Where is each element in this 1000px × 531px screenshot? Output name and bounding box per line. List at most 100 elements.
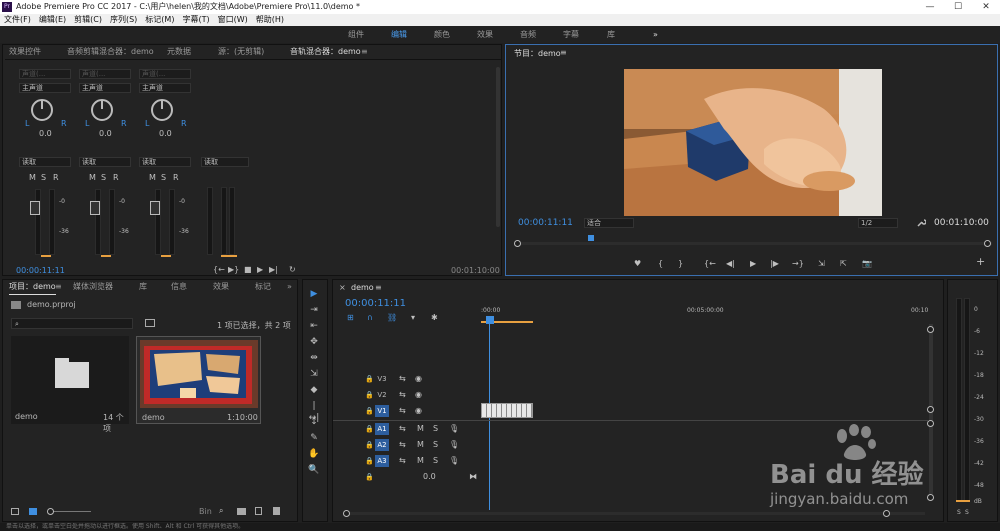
tab-markers[interactable]: 标记 [255, 280, 271, 294]
search-icon[interactable]: ⌕ [219, 506, 223, 516]
zoom-fit-dropdown[interactable]: 适合 [584, 218, 634, 228]
step-back-button[interactable]: ◀| [726, 259, 735, 269]
channel-input-dropdown[interactable]: 声道(... [139, 69, 191, 79]
track-height-tool[interactable]: ↕ [308, 416, 320, 428]
microphone-icon[interactable]: 🎙 [449, 456, 459, 466]
lock-icon[interactable]: 🔒 [365, 390, 374, 400]
panel-menu-icon[interactable]: ≡ [375, 283, 382, 292]
folder-icon[interactable] [237, 508, 246, 515]
track-select-tool[interactable]: ⇥ [308, 304, 320, 316]
volume-fader[interactable] [30, 201, 40, 215]
go-to-out-button[interactable]: →} [792, 259, 804, 269]
menu-window[interactable]: 窗口(W) [218, 14, 248, 26]
workspace-effects[interactable]: 效果 [477, 26, 493, 43]
channel-mode-dropdown[interactable]: 主声道 [79, 83, 131, 93]
mute-button[interactable]: M [417, 440, 424, 450]
transport-go-to-out[interactable]: ▶} [228, 265, 239, 274]
wrench-icon[interactable] [916, 218, 926, 228]
zoom-tool[interactable]: 🔍 [308, 464, 320, 476]
nest-icon[interactable]: ⊞ [347, 313, 354, 323]
project-item-sequence[interactable]: demo 1:10:00 [136, 336, 261, 424]
tab-libraries[interactable]: 库 [139, 280, 147, 294]
master-volume-value[interactable]: 0.0 [423, 472, 436, 482]
go-to-in-button[interactable]: {← [704, 259, 716, 269]
eye-icon[interactable]: ◉ [415, 390, 422, 400]
record-button[interactable]: R [173, 173, 179, 183]
tab-audio-track-mixer[interactable]: 音轨混合器：demo [290, 45, 361, 60]
master-read-dropdown[interactable]: 读取 [201, 157, 249, 167]
playhead[interactable] [486, 316, 494, 324]
track-label-v2[interactable]: V2 [375, 389, 389, 401]
scrubber-end-handle[interactable] [984, 240, 991, 247]
solo-left-button[interactable]: S [957, 509, 961, 516]
track-label-a1[interactable]: A1 [375, 423, 389, 435]
hscroll-end-handle[interactable] [883, 510, 890, 517]
tab-source[interactable]: 源：(无剪辑) [218, 45, 264, 59]
linked-selection-icon[interactable]: ⛓ [387, 313, 397, 323]
ripple-edit-tool[interactable]: ⇤ [308, 320, 320, 332]
pan-knob[interactable] [91, 99, 113, 121]
channel-input-dropdown[interactable]: 声道(... [19, 69, 71, 79]
vscroll-bottom-handle[interactable] [927, 494, 934, 501]
tabs-more-button[interactable]: » [287, 280, 292, 294]
lock-icon[interactable]: 🔒 [365, 472, 374, 482]
playhead-marker[interactable] [588, 235, 594, 241]
channel-mode-dropdown[interactable]: 主声道 [139, 83, 191, 93]
microphone-icon[interactable]: 🎙 [449, 440, 459, 450]
extract-button[interactable]: ⇱ [840, 259, 847, 269]
go-to-end-icon[interactable]: ⧓ [469, 472, 477, 482]
workspace-editing[interactable]: 编辑 [391, 26, 407, 43]
mark-in-button[interactable]: { [658, 259, 663, 269]
slip-tool[interactable]: ◆ [308, 384, 320, 396]
step-forward-button[interactable]: |▶ [770, 259, 779, 269]
menu-clip[interactable]: 剪辑(C) [74, 14, 102, 26]
tab-metadata[interactable]: 元数据 [167, 45, 191, 59]
automation-read-dropdown[interactable]: 读取 [139, 157, 191, 167]
new-item-icon[interactable] [255, 507, 262, 515]
video-clip-demo[interactable] [481, 403, 533, 418]
track-label-v1[interactable]: V1 [375, 405, 389, 417]
sync-lock-icon[interactable]: ⇆ [399, 424, 406, 434]
volume-fader[interactable] [150, 201, 160, 215]
sync-lock-icon[interactable]: ⇆ [399, 440, 406, 450]
lock-icon[interactable]: 🔒 [365, 424, 374, 434]
tab-media-browser[interactable]: 媒体浏览器 [73, 280, 113, 294]
panel-menu-icon[interactable]: ≡ [55, 280, 62, 294]
mixer-timecode[interactable]: 00:00:11:11 [16, 266, 65, 275]
tab-project[interactable]: 项目：demo [9, 280, 56, 295]
panel-menu-icon[interactable]: ≡ [361, 45, 368, 59]
channel-input-dropdown[interactable]: 声道(... [79, 69, 131, 79]
workspace-libraries[interactable]: 库 [607, 26, 615, 43]
menu-marker[interactable]: 标记(M) [145, 14, 174, 26]
snap-icon[interactable]: ∩ [367, 313, 373, 323]
program-scrubber[interactable] [516, 242, 992, 245]
workspace-more-button[interactable]: » [653, 26, 658, 43]
lock-icon[interactable]: 🔒 [365, 406, 374, 416]
playback-resolution-dropdown[interactable]: 1/2 [858, 218, 898, 228]
menu-edit[interactable]: 编辑(E) [39, 14, 66, 26]
transport-play[interactable]: ▶ [257, 265, 263, 274]
tab-audio-clip-mixer[interactable]: 音频剪辑混合器：demo [67, 45, 154, 59]
microphone-icon[interactable]: 🎙 [449, 424, 459, 434]
menu-help[interactable]: 帮助(H) [256, 14, 284, 26]
hand-tool[interactable]: ✋ [308, 448, 320, 460]
search-input[interactable]: ⌕ [11, 318, 133, 329]
sync-lock-icon[interactable]: ⇆ [399, 374, 406, 384]
timeline-settings-icon[interactable]: ✱ [431, 313, 438, 323]
project-item-bin[interactable]: demo 14 个项 [11, 336, 129, 433]
transport-loop[interactable]: ↻ [289, 265, 296, 274]
solo-button[interactable]: S [161, 173, 166, 183]
eye-icon[interactable]: ◉ [415, 406, 422, 416]
close-button[interactable]: ✕ [972, 0, 1000, 14]
record-button[interactable]: R [53, 173, 59, 183]
pan-knob[interactable] [151, 99, 173, 121]
mark-out-button[interactable]: } [678, 259, 683, 269]
play-button[interactable]: ▶ [750, 259, 756, 269]
fader-track[interactable] [155, 189, 161, 255]
add-marker-button[interactable]: ♥ [634, 259, 641, 269]
transport-stop[interactable]: ■ [244, 265, 252, 274]
automation-read-dropdown[interactable]: 读取 [79, 157, 131, 167]
record-button[interactable]: R [113, 173, 119, 183]
fader-track[interactable] [35, 189, 41, 255]
volume-fader[interactable] [90, 201, 100, 215]
